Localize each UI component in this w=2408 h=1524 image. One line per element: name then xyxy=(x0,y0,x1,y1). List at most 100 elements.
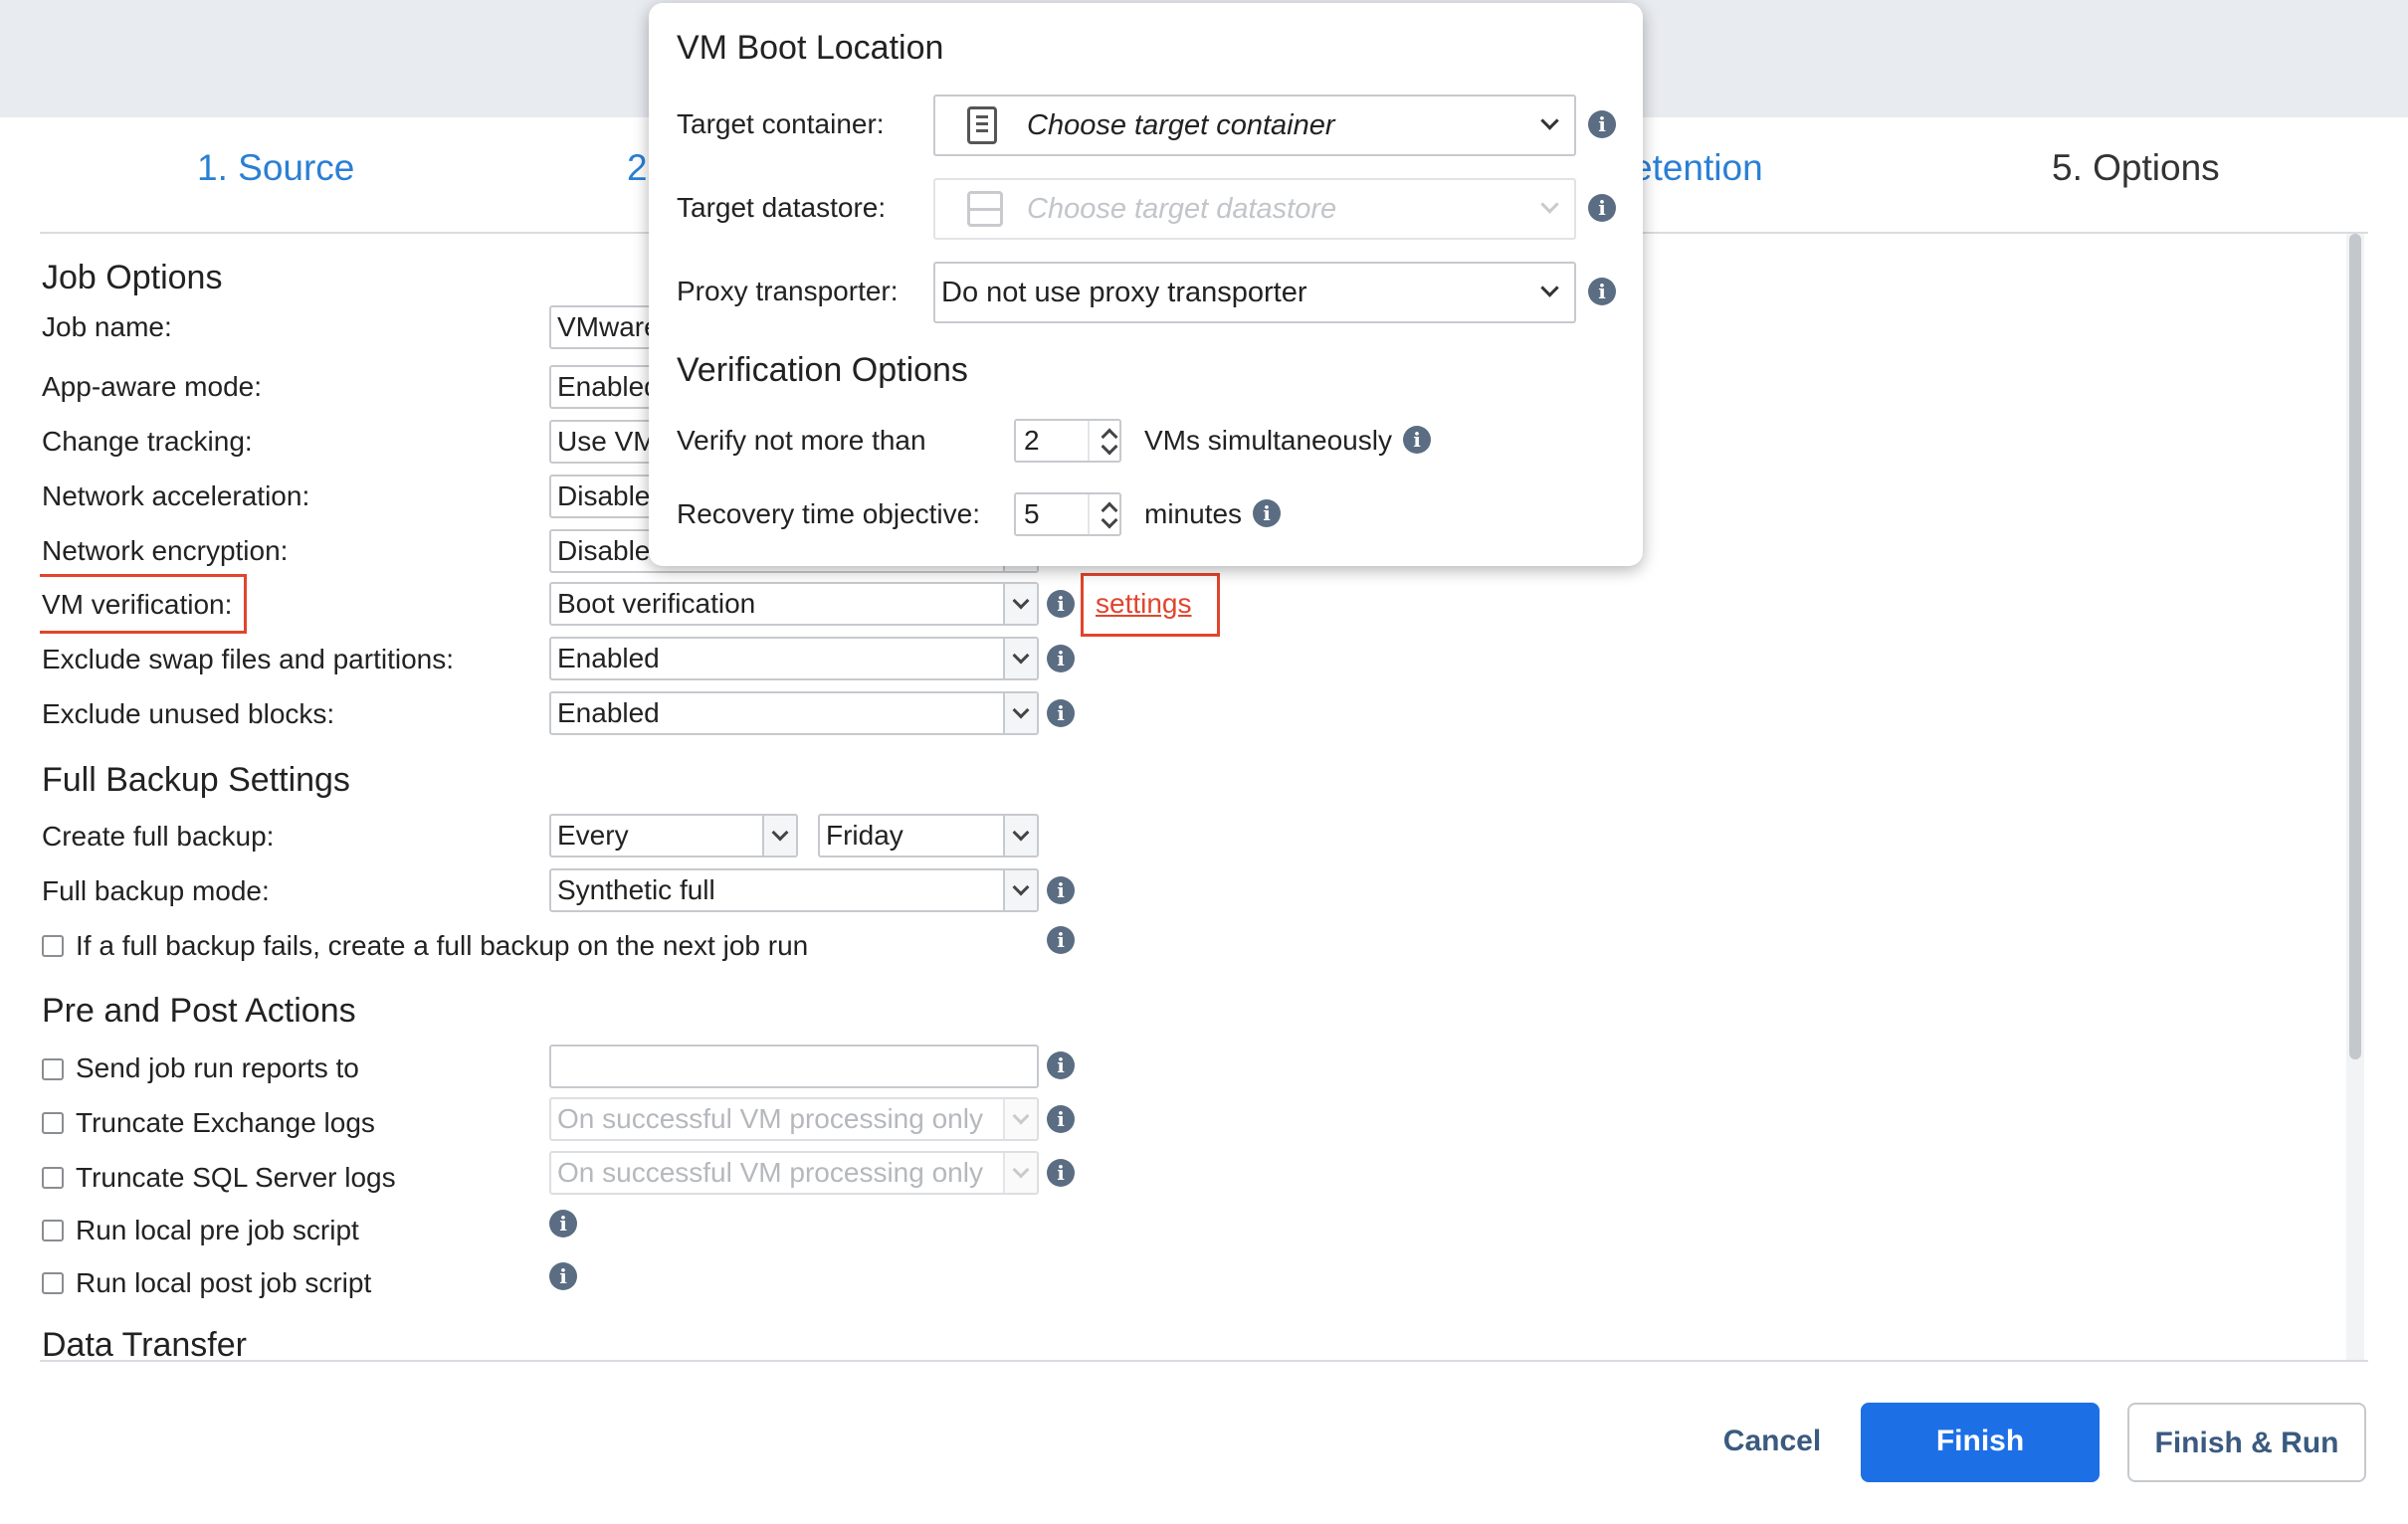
truncate-sql-select[interactable]: On successful VM processing only xyxy=(549,1151,1039,1195)
vm-boot-location-popup: VM Boot Location Target container: Choos… xyxy=(649,3,1643,566)
proxy-transporter-value: Do not use proxy transporter xyxy=(941,277,1307,308)
info-icon[interactable]: i xyxy=(1588,110,1616,138)
scrollbar-thumb[interactable] xyxy=(2349,234,2361,1059)
target-datastore-select[interactable]: Choose target datastore xyxy=(933,178,1576,240)
data-transfer-heading: Data Transfer xyxy=(42,1326,247,1360)
info-icon[interactable]: i xyxy=(1403,426,1431,454)
chevron-down-icon xyxy=(1540,195,1559,214)
chevron-down-icon[interactable] xyxy=(1101,511,1118,529)
tab-source[interactable]: 1. Source xyxy=(197,147,354,189)
pre-script-checkbox[interactable] xyxy=(42,1220,64,1241)
datastore-icon xyxy=(967,191,1003,227)
change-tracking-label: Change tracking: xyxy=(42,426,253,457)
truncate-exchange-value: On successful VM processing only xyxy=(557,1103,983,1134)
finish-button[interactable]: Finish xyxy=(1861,1403,2100,1482)
exclude-unused-select[interactable]: Enabled xyxy=(549,691,1039,735)
info-icon[interactable]: i xyxy=(1047,876,1075,904)
exclude-swap-select[interactable]: Enabled xyxy=(549,637,1039,680)
target-container-label: Target container: xyxy=(677,108,885,139)
network-encryption-label: Network encryption: xyxy=(42,535,289,566)
verify-limit-stepper[interactable]: 2 xyxy=(1014,419,1121,463)
chevron-down-icon[interactable] xyxy=(1101,438,1118,456)
info-icon[interactable]: i xyxy=(1047,1105,1075,1133)
full-backup-frequency-select[interactable]: Every xyxy=(549,814,798,857)
exclude-swap-label: Exclude swap files and partitions: xyxy=(42,644,454,674)
chevron-down-icon xyxy=(1540,111,1559,130)
vm-verification-settings-link[interactable]: settings xyxy=(1096,588,1192,620)
chevron-down-icon xyxy=(1540,279,1559,297)
network-acceleration-label: Network acceleration: xyxy=(42,480,310,511)
send-reports-label: Send job run reports to xyxy=(76,1052,359,1083)
send-reports-checkbox[interactable] xyxy=(42,1058,64,1080)
full-backup-fail-checkbox[interactable] xyxy=(42,935,64,957)
truncate-exchange-label: Truncate Exchange logs xyxy=(76,1107,375,1138)
app-aware-label: App-aware mode: xyxy=(42,371,263,402)
info-icon[interactable]: i xyxy=(1253,499,1281,527)
chevron-down-icon xyxy=(762,816,796,856)
post-script-label: Run local post job script xyxy=(76,1267,372,1298)
truncate-sql-value: On successful VM processing only xyxy=(557,1157,983,1188)
stepper-divider xyxy=(1088,421,1090,461)
proxy-transporter-select[interactable]: Do not use proxy transporter xyxy=(933,262,1576,323)
finish-and-run-button[interactable]: Finish & Run xyxy=(2127,1403,2366,1482)
rto-stepper[interactable]: 5 xyxy=(1014,492,1121,536)
info-icon[interactable]: i xyxy=(1047,1051,1075,1079)
info-icon[interactable]: i xyxy=(1588,278,1616,305)
chevron-down-icon xyxy=(1003,870,1037,910)
info-icon[interactable]: i xyxy=(1047,699,1075,727)
info-icon[interactable]: i xyxy=(1047,590,1075,618)
verify-limit-unit: VMs simultaneously xyxy=(1144,425,1392,456)
info-icon[interactable]: i xyxy=(1047,1159,1075,1187)
info-icon[interactable]: i xyxy=(1588,194,1616,222)
full-backup-heading: Full Backup Settings xyxy=(42,761,350,799)
tab-options[interactable]: 5. Options xyxy=(2052,147,2220,189)
rto-value: 5 xyxy=(1024,498,1040,529)
full-backup-mode-select[interactable]: Synthetic full xyxy=(549,868,1039,912)
post-script-checkbox[interactable] xyxy=(42,1272,64,1294)
tab-step-2[interactable]: 2 xyxy=(627,147,648,189)
full-backup-fail-label: If a full backup fails, create a full ba… xyxy=(76,930,809,961)
reports-email-input[interactable] xyxy=(549,1045,1039,1088)
verify-limit-label: Verify not more than xyxy=(677,425,926,456)
verification-options-heading: Verification Options xyxy=(677,351,968,389)
verify-limit-value: 2 xyxy=(1024,425,1040,456)
job-name-label: Job name: xyxy=(42,311,172,342)
exclude-unused-label: Exclude unused blocks: xyxy=(42,698,335,729)
truncate-exchange-select[interactable]: On successful VM processing only xyxy=(549,1097,1039,1141)
pre-post-heading: Pre and Post Actions xyxy=(42,992,356,1030)
proxy-transporter-label: Proxy transporter: xyxy=(677,276,899,306)
container-icon xyxy=(967,106,997,144)
vm-verification-select[interactable]: Boot verification xyxy=(549,582,1039,626)
change-tracking-value: Use VM xyxy=(557,426,657,457)
info-icon[interactable]: i xyxy=(549,1210,577,1238)
info-icon[interactable]: i xyxy=(549,1262,577,1290)
full-backup-mode-label: Full backup mode: xyxy=(42,875,270,906)
scrollbar[interactable] xyxy=(2346,234,2364,1360)
info-icon[interactable]: i xyxy=(1047,645,1075,672)
chevron-down-icon xyxy=(1003,584,1037,624)
cancel-button[interactable]: Cancel xyxy=(1707,1403,1837,1482)
vm-verification-label: VM verification: xyxy=(42,589,233,620)
pre-script-label: Run local pre job script xyxy=(76,1215,359,1245)
chevron-down-icon xyxy=(1003,1099,1037,1139)
app-aware-value: Enabled xyxy=(557,371,660,402)
target-container-select[interactable]: Choose target container xyxy=(933,95,1576,156)
exclude-swap-value: Enabled xyxy=(557,643,660,673)
chevron-down-icon xyxy=(1003,1153,1037,1193)
target-datastore-label: Target datastore: xyxy=(677,192,887,223)
target-container-value: Choose target container xyxy=(1027,109,1335,141)
stepper-divider xyxy=(1088,494,1090,534)
popup-title: VM Boot Location xyxy=(677,29,944,67)
target-datastore-value: Choose target datastore xyxy=(1027,193,1337,225)
truncate-exchange-checkbox[interactable] xyxy=(42,1112,64,1134)
tab-retention[interactable]: etention xyxy=(1632,147,1763,189)
create-full-backup-label: Create full backup: xyxy=(42,821,275,852)
footer-divider xyxy=(40,1360,2368,1362)
full-backup-day-select[interactable]: Friday xyxy=(818,814,1039,857)
truncate-sql-checkbox[interactable] xyxy=(42,1167,64,1189)
rto-unit: minutes xyxy=(1144,498,1243,529)
full-backup-mode-value: Synthetic full xyxy=(557,874,715,905)
job-options-heading: Job Options xyxy=(42,259,223,296)
info-icon[interactable]: i xyxy=(1047,926,1075,954)
chevron-down-icon xyxy=(1003,816,1037,856)
